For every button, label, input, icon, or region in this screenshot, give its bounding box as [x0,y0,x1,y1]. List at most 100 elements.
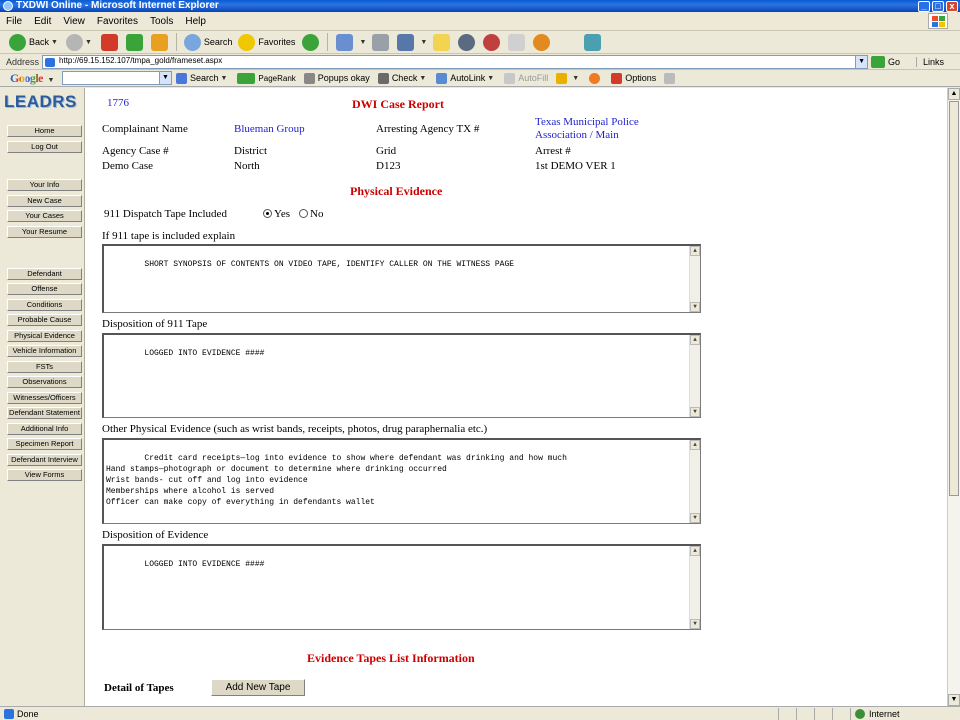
pagerank-button[interactable]: PageRank [233,72,299,84]
chevron-down-icon: ▼ [51,38,58,46]
page-scrollbar[interactable]: ▲ ▼ [947,88,960,706]
textarea-scrollbar[interactable]: ▲ ▼ [689,246,700,312]
district-label: District [234,145,267,157]
autofill-button[interactable]: AutoFill [500,72,552,84]
nav-vehicle-information-button[interactable]: Vehicle Information [7,345,82,357]
scroll-up-icon[interactable]: ▲ [690,246,700,256]
research-icon[interactable] [458,33,476,51]
scroll-down-icon[interactable]: ▼ [690,407,700,417]
nav-home-button[interactable]: Home [7,125,82,137]
chevron-down-icon[interactable]: ▼ [855,55,868,68]
nav-logout-button[interactable]: Log Out [7,141,82,153]
menu-help[interactable]: Help [179,16,212,27]
google-search-button[interactable]: Search ▼ [172,72,233,84]
scroll-down-icon[interactable]: ▼ [948,694,960,706]
browser-window: TXDWI Online - Microsoft Internet Explor… [0,0,960,720]
scrollbar-thumb[interactable] [949,101,959,496]
messenger-icon[interactable] [483,33,501,51]
nav-defendant-interview-button[interactable]: Defendant Interview [7,454,82,466]
google-search-input[interactable]: ▼ [61,71,172,85]
edit-icon[interactable] [397,33,415,51]
explain-textarea[interactable]: SHORT SYNOPSIS OF CONTENTS ON VIDEO TAPE… [102,244,701,313]
mail-icon[interactable] [336,33,354,51]
options-icon [611,72,623,84]
menu-tools[interactable]: Tools [144,16,179,27]
radio-no[interactable] [299,209,308,218]
nav-fsts-button[interactable]: FSTs [7,361,82,373]
scroll-down-icon[interactable]: ▼ [690,619,700,629]
nav-sidebar: LEADRS Home Log Out Your Info New Case Y… [0,88,85,706]
add-new-tape-button[interactable]: Add New Tape [211,679,305,696]
nav-your-info-button[interactable]: Your Info [7,179,82,191]
discuss-icon[interactable] [433,33,451,51]
refresh-icon[interactable] [125,33,143,51]
go-arrow-icon [871,55,886,68]
radio-no-option[interactable]: No [299,208,323,220]
spellcheck-button[interactable]: Check ▼ [374,72,432,84]
disposition-911-textarea[interactable]: LOGGED INTO EVIDENCE #### ▲ ▼ [102,333,701,418]
go-label: Go [888,56,901,67]
nav-probable-cause-button[interactable]: Probable Cause [7,314,82,326]
stop-icon[interactable] [100,33,118,51]
menu-edit[interactable]: Edit [28,16,57,27]
explain-text: SHORT SYNOPSIS OF CONTENTS ON VIDEO TAPE… [144,260,515,269]
nav-specimen-report-button[interactable]: Specimen Report [7,438,82,450]
menu-file[interactable]: File [0,16,28,27]
forward-button[interactable]: ▼ [63,32,97,52]
nav-physical-evidence-button[interactable]: Physical Evidence [7,330,82,342]
chevron-down-icon: ▼ [359,38,367,46]
addon-icon[interactable] [584,33,602,51]
nav-offense-button[interactable]: Offense [7,283,82,295]
scroll-up-icon[interactable]: ▲ [690,335,700,345]
nav-view-forms-button[interactable]: View Forms [7,469,82,481]
scroll-down-icon[interactable]: ▼ [690,513,700,523]
send-to-button[interactable]: ▼ [552,72,585,84]
textarea-scrollbar[interactable]: ▲ ▼ [689,335,700,417]
home-icon[interactable] [150,33,168,51]
other-evidence-textarea[interactable]: Credit card receipts—log into evidence t… [102,438,701,524]
nav-your-cases-button[interactable]: Your Cases [7,210,82,222]
scroll-up-icon[interactable]: ▲ [690,546,700,556]
scroll-up-icon[interactable]: ▲ [948,88,960,100]
autolink-button[interactable]: AutoLink ▼ [432,72,500,84]
nav-additional-info-button[interactable]: Additional Info [7,423,82,435]
popups-button[interactable]: Popups okay [300,72,374,84]
search-button[interactable]: Search [181,32,236,52]
address-input[interactable]: http://69.15.152.107/tmpa_gold/frameset.… [42,54,869,69]
textarea-scrollbar[interactable]: ▲ ▼ [689,546,700,629]
autofill-icon [504,72,516,84]
go-button[interactable]: Go [871,55,901,68]
close-button[interactable]: x [946,0,958,12]
blogger-button[interactable] [585,72,607,84]
favorites-button[interactable]: Favorites [235,32,298,52]
disposition-evidence-textarea[interactable]: LOGGED INTO EVIDENCE #### ▲ ▼ [102,544,701,630]
nav-witnesses-officers-button[interactable]: Witnesses/Officers [7,392,82,404]
radio-yes-option[interactable]: Yes [263,208,290,220]
google-logo[interactable]: Google ▼ [0,71,56,86]
textarea-scrollbar[interactable]: ▲ ▼ [689,440,700,523]
nav-your-resume-button[interactable]: Your Resume [7,226,82,238]
scroll-up-icon[interactable]: ▲ [690,440,700,450]
back-button[interactable]: Back ▼ [6,32,63,52]
scroll-down-icon[interactable]: ▼ [690,302,700,312]
chevron-down-icon[interactable]: ▼ [158,72,171,84]
forward-arrow-icon [65,33,83,51]
nav-observations-button[interactable]: Observations [7,376,82,388]
menu-favorites[interactable]: Favorites [91,16,144,27]
menu-view[interactable]: View [57,16,91,27]
nav-conditions-button[interactable]: Conditions [7,299,82,311]
options-button[interactable]: Options [607,72,660,84]
print-icon[interactable] [372,33,390,51]
pencil-button[interactable] [660,72,682,84]
smiley-icon[interactable] [533,33,551,51]
links-button[interactable]: Links [916,56,944,67]
favorites-label: Favorites [258,37,296,47]
nav-defendant-button[interactable]: Defendant [7,268,82,280]
notes-icon[interactable] [508,33,526,51]
radio-yes[interactable] [263,209,272,218]
minimize-button[interactable]: _ [918,0,930,12]
nav-defendant-statement-button[interactable]: Defendant Statement [7,407,82,419]
maximize-button[interactable]: □ [932,0,944,12]
history-icon[interactable] [302,33,320,51]
nav-new-case-button[interactable]: New Case [7,195,82,207]
